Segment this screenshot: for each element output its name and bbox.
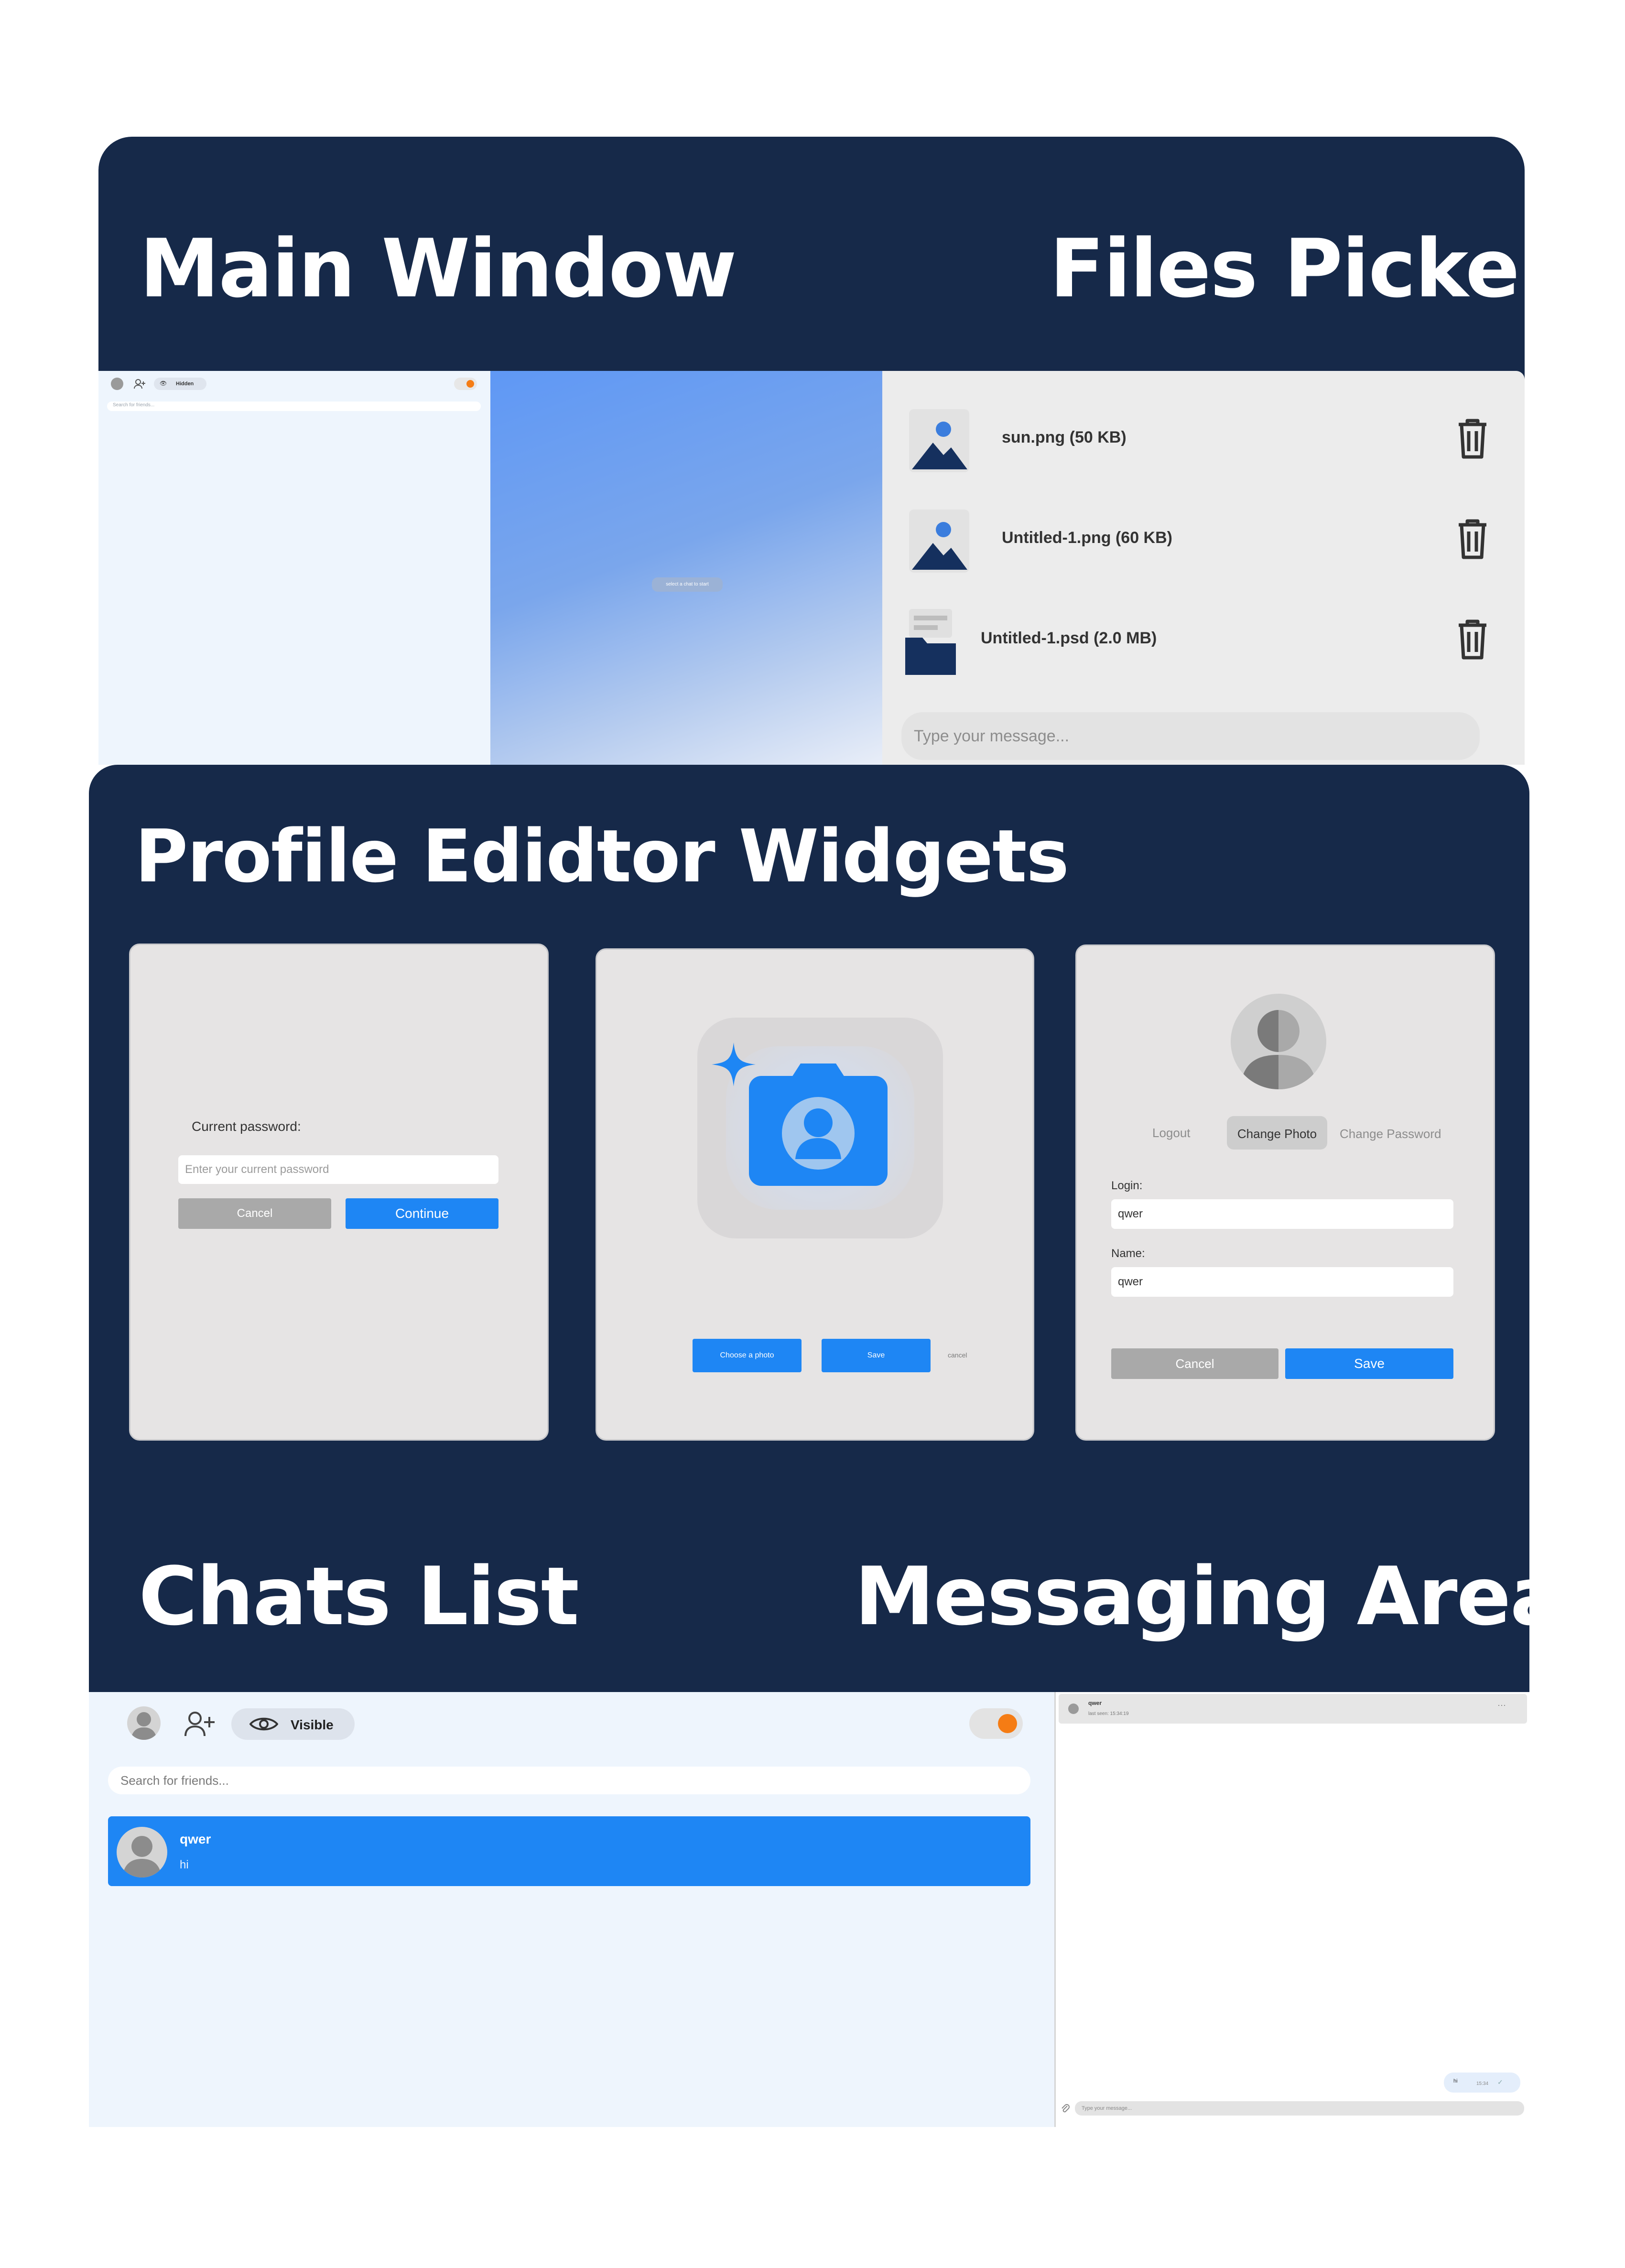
chat-list-item[interactable]: qwer hi [108, 1816, 1030, 1886]
continue-button[interactable]: Continue [346, 1198, 498, 1229]
tab-change-photo-label: Change Photo [1237, 1127, 1317, 1141]
theme-toggle[interactable] [454, 378, 477, 390]
messaging-area-panel: qwer last seen: 15:34:19 ⋯ hi 15:34 ✓ Ty… [1054, 1692, 1529, 2127]
chats-list-panel: Visible Search for friends... qwer hi [89, 1692, 1054, 2127]
cancel-link[interactable]: cancel [948, 1351, 967, 1359]
heading-profile-widgets: Profile Edidtor Widgets [135, 814, 1069, 899]
visibility-toggle[interactable]: 👁 Hidden [154, 378, 206, 390]
avatar[interactable] [111, 378, 123, 390]
name-input[interactable]: qwer [1111, 1267, 1453, 1297]
chat-last-message: hi [180, 1858, 189, 1871]
read-check-icon: ✓ [1497, 2078, 1503, 2086]
eye-icon: 👁 [160, 380, 167, 387]
message-input[interactable]: Type your message... [901, 712, 1480, 760]
current-password-input[interactable]: Enter your current password [178, 1155, 498, 1184]
last-seen: last seen: 15:34:19 [1088, 1711, 1129, 1716]
contact-name: qwer [1088, 1700, 1102, 1706]
heading-files-picker: Files Picker [1050, 222, 1559, 315]
cancel-button[interactable]: Cancel [1111, 1348, 1278, 1379]
heading-chats-list: Chats List [139, 1550, 579, 1643]
chat-name: qwer [180, 1832, 211, 1846]
trash-icon[interactable] [1456, 418, 1489, 459]
login-input[interactable]: qwer [1111, 1199, 1453, 1229]
file-name: sun.png (50 KB) [1002, 428, 1127, 446]
trash-icon[interactable] [1456, 619, 1489, 660]
avatar [117, 1827, 167, 1877]
visibility-label: Hidden [176, 381, 194, 387]
message-time: 15:34 [1476, 2081, 1489, 2086]
profile-editor-widget: Logout Change Photo Change Password Logi… [1075, 944, 1495, 1441]
search-input[interactable]: Search for friends... [108, 1767, 1030, 1794]
name-label: Name: [1111, 1247, 1145, 1260]
add-friend-icon[interactable] [134, 379, 146, 389]
file-name: Untitled-1.png (60 KB) [1002, 529, 1172, 547]
search-input[interactable]: Search for friends... [107, 402, 481, 411]
visibility-label: Visible [291, 1717, 334, 1732]
heading-main-window: Main Window [140, 222, 737, 315]
eye-icon [249, 1716, 278, 1732]
camera-illustration [697, 1018, 943, 1238]
select-chat-hint: select a chat to start [652, 577, 723, 592]
tab-change-password[interactable]: Change Password [1340, 1127, 1441, 1141]
save-button[interactable]: Save [1285, 1348, 1453, 1379]
password-widget: Current password: Enter your current pas… [129, 944, 549, 1441]
theme-toggle[interactable] [969, 1708, 1023, 1739]
save-button[interactable]: Save [822, 1339, 931, 1372]
files-picker-panel: sun.png (50 KB) Untitled-1.png (60 KB) U… [882, 371, 1525, 765]
trash-icon[interactable] [1456, 518, 1489, 559]
main-window-sidebar: 👁 Hidden Search for friends... [98, 371, 490, 765]
message-bubble: hi 15:34 ✓ [1444, 2073, 1520, 2093]
heading-messaging-area: Messaging Area [855, 1550, 1564, 1643]
folder-file-icon [904, 609, 957, 676]
choose-photo-button[interactable]: Choose a photo [693, 1339, 802, 1372]
file-name: Untitled-1.psd (2.0 MB) [981, 629, 1157, 647]
camera-icon [749, 1063, 888, 1186]
tab-logout[interactable]: Logout [1152, 1126, 1191, 1140]
login-label: Login: [1111, 1179, 1143, 1192]
profile-avatar[interactable] [1231, 994, 1326, 1089]
image-file-icon [909, 510, 969, 573]
cancel-button[interactable]: Cancel [178, 1198, 331, 1229]
avatar [1068, 1704, 1079, 1714]
more-menu-icon[interactable]: ⋯ [1497, 1701, 1506, 1711]
photo-widget: Choose a photo Save cancel [596, 948, 1034, 1441]
main-window-chat-area: select a chat to start [490, 371, 882, 765]
message-input[interactable]: Type your message... [1075, 2101, 1524, 2116]
avatar[interactable] [127, 1706, 161, 1740]
image-file-icon [909, 409, 969, 472]
chat-header: qwer last seen: 15:34:19 ⋯ [1059, 1694, 1527, 1724]
tab-change-photo[interactable]: Change Photo [1227, 1116, 1327, 1150]
attach-icon[interactable] [1061, 2103, 1070, 2114]
current-password-label: Current password: [192, 1119, 301, 1134]
message-text: hi [1453, 2078, 1458, 2084]
visibility-toggle[interactable]: Visible [231, 1708, 355, 1740]
add-friend-icon[interactable] [184, 1710, 216, 1737]
